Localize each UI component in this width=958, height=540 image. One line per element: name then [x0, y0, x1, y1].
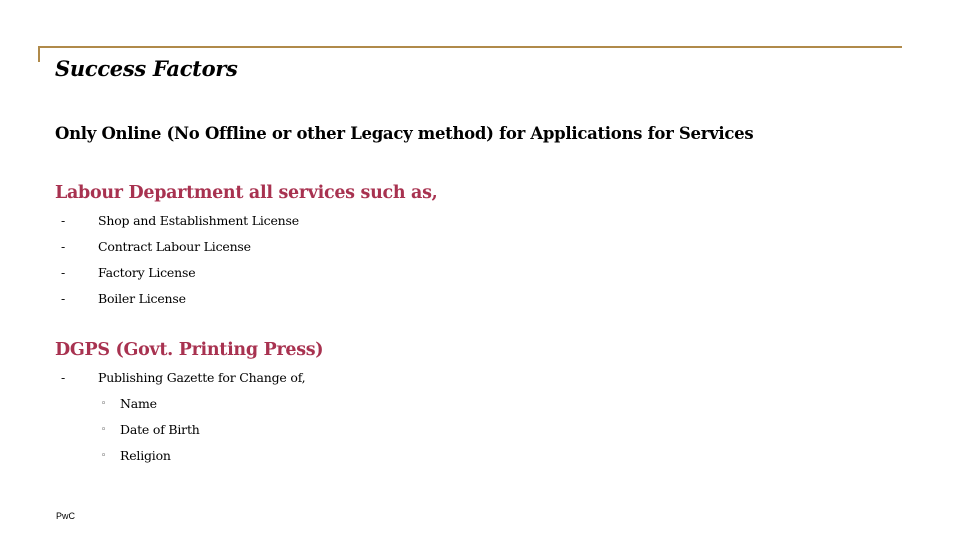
intro-statement: Only Online (No Offline or other Legacy …: [55, 124, 754, 143]
list-item: Publishing Gazette for Change of,: [98, 370, 306, 385]
sub-list-marker: ◦: [101, 399, 107, 409]
list-item: Contract Labour License: [98, 239, 251, 254]
list-marker: -: [61, 213, 66, 228]
slide-title: Success Factors: [55, 56, 238, 81]
section-heading-dgps: DGPS (Govt. Printing Press): [55, 340, 324, 360]
list-item: Boiler License: [98, 291, 186, 306]
sub-list-marker: ◦: [101, 451, 107, 461]
sub-list-item: Date of Birth: [120, 422, 200, 437]
list-item: Factory License: [98, 265, 196, 280]
list-marker: -: [61, 370, 66, 385]
section-heading-labour: Labour Department all services such as,: [55, 183, 438, 203]
footer-brand: PwC: [56, 511, 76, 521]
list-marker: -: [61, 291, 66, 306]
title-bracket-left-line: [38, 46, 40, 62]
list-item: Shop and Establishment License: [98, 213, 299, 228]
sub-list-item: Religion: [120, 448, 171, 463]
list-marker: -: [61, 239, 66, 254]
sub-list-marker: ◦: [101, 425, 107, 435]
sub-list-item: Name: [120, 396, 157, 411]
title-bracket-top-line: [38, 46, 902, 48]
list-marker: -: [61, 265, 66, 280]
